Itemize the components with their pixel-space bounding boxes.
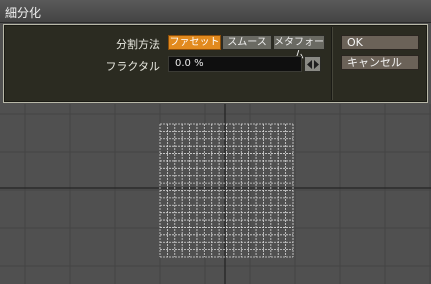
method-smooth-button[interactable]: スムース: [222, 35, 272, 50]
method-metaform-button[interactable]: メタフォーム: [273, 35, 325, 61]
method-facet-button[interactable]: ファセット: [168, 35, 221, 50]
fractal-label: フラクタル: [105, 60, 160, 73]
ok-button[interactable]: OK: [341, 35, 419, 50]
cancel-button[interactable]: キャンセル: [341, 55, 419, 70]
method-label: 分割方法: [116, 38, 160, 51]
fractal-stepper-button[interactable]: [304, 56, 321, 72]
subdivide-dialog: 分割方法 ファセット スムース メタフォーム フラクタル 0.0 % OK キャ…: [3, 24, 428, 103]
3d-viewport[interactable]: [0, 104, 431, 284]
title-bar: 細分化: [0, 0, 431, 23]
viewport-canvas[interactable]: [0, 104, 431, 284]
window-title: 細分化: [5, 6, 42, 20]
panel-divider: [331, 27, 332, 100]
left-right-arrows-icon: [307, 60, 319, 69]
fractal-input[interactable]: 0.0 %: [168, 56, 302, 72]
